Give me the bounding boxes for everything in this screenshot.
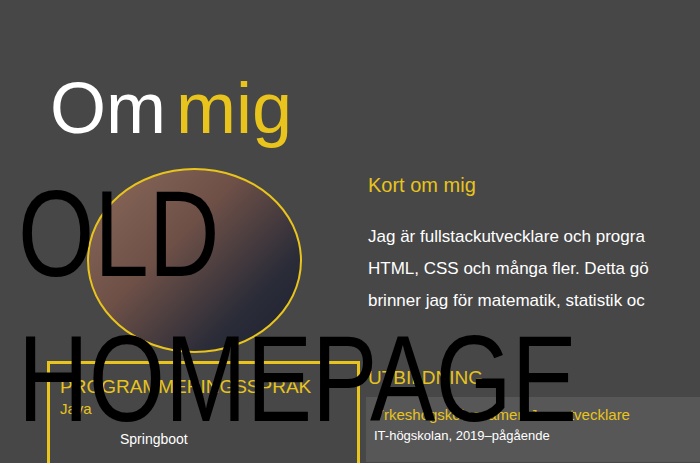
- about-heading: Kort om mig: [368, 174, 700, 197]
- education-degree: Yrkeshögskoleexamen Javautvecklare: [374, 406, 692, 423]
- about-line: HTML, CSS och många fler. Detta gö: [368, 253, 700, 285]
- skills-list: Springboot: [60, 431, 347, 447]
- education-panel: UTBILDNING Yrkeshögskoleexamen Javautveck…: [368, 361, 700, 463]
- about-panel: Kort om mig Jag är fullstackutvecklare oc…: [368, 168, 700, 353]
- education-card: Yrkeshögskoleexamen Javautvecklare IT-hög…: [366, 397, 700, 462]
- title-first: Om: [50, 68, 166, 148]
- page-title: Ommig: [50, 72, 700, 144]
- skills-heading: PROGRAMMERINGSSPRÅK: [60, 376, 347, 398]
- skills-item: Springboot: [120, 431, 347, 447]
- intro-section: Kort om mig Jag är fullstackutvecklare oc…: [0, 168, 700, 353]
- watermark-line: OLD: [18, 161, 577, 306]
- about-line: Jag är fullstackutvecklare och progra: [368, 221, 700, 253]
- education-heading: UTBILDNING: [368, 367, 700, 389]
- watermark: OLDHOMEPAGE: [18, 161, 577, 451]
- homepage: Ommig Kort om mig Jag är fullstackutveckla…: [0, 0, 700, 463]
- education-school: IT-högskolan, 2019–pågående: [374, 428, 692, 443]
- title-second: mig: [176, 68, 292, 148]
- about-text: Jag är fullstackutvecklare och prograHTM…: [368, 221, 700, 317]
- profile-photo: [87, 168, 302, 353]
- skills-language: Java: [60, 400, 347, 417]
- skills-box: PROGRAMMERINGSSPRÅK Java Springboot: [47, 361, 360, 463]
- about-line: brinner jag för matematik, statistik oc: [368, 285, 700, 317]
- watermark-line: HOMEPAGE: [18, 306, 577, 451]
- lower-section: PROGRAMMERINGSSPRÅK Java Springboot UTBILDN…: [0, 361, 700, 463]
- page-header: Ommig: [0, 0, 700, 144]
- photo-column: [0, 168, 368, 353]
